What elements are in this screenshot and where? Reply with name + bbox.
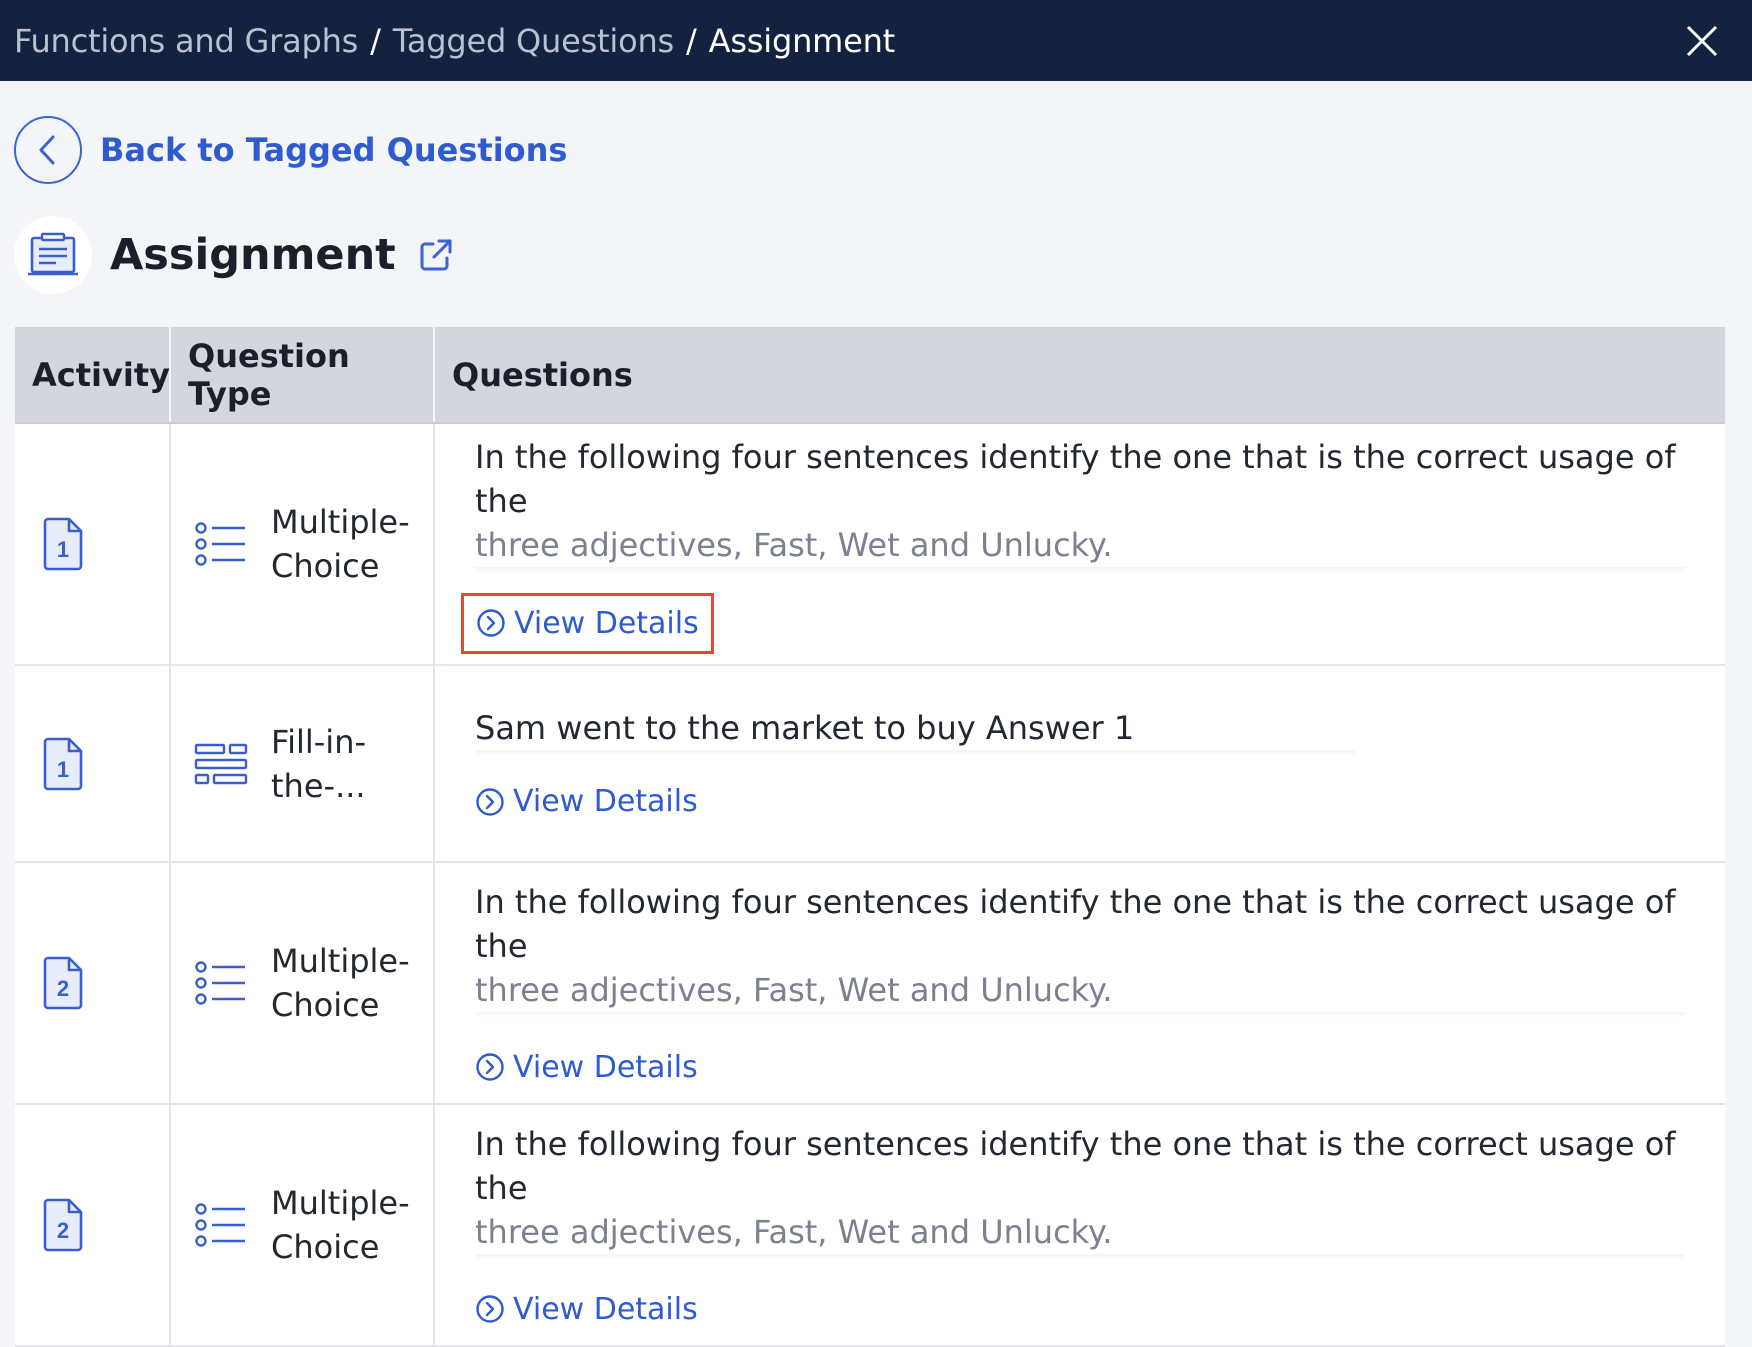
question-cell: In the following four sentences identify… — [434, 862, 1725, 1105]
type-label-line: Choice — [271, 547, 380, 585]
question-fade — [475, 750, 1355, 757]
column-header-question-type: Question Type — [170, 327, 435, 424]
close-icon — [1686, 25, 1718, 56]
breadcrumb-separator: / — [370, 21, 381, 60]
chevron-right-circle-icon — [476, 1053, 504, 1081]
question-type-cell: Multiple- Choice — [170, 862, 435, 1105]
question-type-label: Multiple- Choice — [271, 939, 421, 1027]
type-label-line: Choice — [271, 1228, 380, 1266]
view-details-link[interactable]: View Details — [475, 784, 698, 819]
assignment-icon-badge — [14, 216, 92, 294]
view-details-label[interactable]: View Details — [513, 784, 698, 819]
column-header-activity: Activity — [15, 327, 171, 424]
type-label-line: Multiple- — [271, 503, 410, 541]
question-type-label: Multiple- Choice — [271, 500, 421, 588]
view-details-label[interactable]: View Details — [514, 606, 699, 641]
activity-document-icon: 1 — [43, 517, 83, 571]
table-header-row: Activity Question Type Questions — [15, 327, 1725, 424]
question-line: In the following four sentences identify… — [475, 882, 1676, 965]
chevron-right-circle-icon — [476, 788, 504, 816]
activity-number: 2 — [57, 1218, 69, 1243]
top-bar: Functions and Graphs / Tagged Questions … — [0, 0, 1752, 81]
chevron-left-icon — [39, 135, 55, 165]
activity-document-icon: 1 — [43, 737, 83, 790]
activity-number: 1 — [57, 537, 69, 562]
chevron-right-circle-icon — [476, 1295, 504, 1323]
question-fade — [475, 1011, 1685, 1018]
view-details-link[interactable]: View Details — [461, 592, 714, 654]
question-line: three adjectives, Fast, Wet and Unlucky. — [475, 970, 1113, 1009]
back-link-label[interactable]: Back to Tagged Questions — [100, 131, 567, 169]
back-button[interactable] — [14, 116, 82, 184]
activity-cell: 1 — [15, 423, 171, 666]
question-type-cell: Multiple- Choice — [170, 1104, 435, 1347]
breadcrumb-functions-and-graphs[interactable]: Functions and Graphs — [14, 22, 358, 60]
type-label-line: Multiple- — [271, 1184, 410, 1222]
table-row: 1 Multiple- Choice In the following four… — [15, 423, 1725, 666]
activity-number: 2 — [57, 976, 69, 1001]
column-header-questions: Questions — [434, 327, 1725, 424]
type-label-line: Multiple- — [271, 942, 410, 980]
breadcrumb-tagged-questions[interactable]: Tagged Questions — [393, 22, 674, 60]
question-type-cell: Fill-in- the-... — [170, 665, 435, 863]
question-line: three adjectives, Fast, Wet and Unlucky. — [475, 525, 1113, 564]
table-row: 2 Multiple- Choice In the following four… — [15, 1104, 1725, 1347]
view-details-label[interactable]: View Details — [513, 1292, 698, 1327]
assignment-icon — [28, 232, 78, 276]
activity-document-icon: 2 — [43, 956, 83, 1010]
question-text: In the following four sentences identify… — [475, 880, 1685, 1012]
page-title: Assignment — [110, 230, 396, 280]
question-line: In the following four sentences identify… — [475, 1124, 1676, 1207]
list-icon — [193, 1197, 249, 1253]
close-button[interactable] — [1680, 19, 1724, 63]
view-details-label[interactable]: View Details — [513, 1050, 698, 1085]
external-link-icon — [420, 239, 452, 271]
view-details-link[interactable]: View Details — [475, 1292, 698, 1327]
view-details-link[interactable]: View Details — [475, 1050, 698, 1085]
breadcrumb-current: Assignment — [708, 21, 896, 60]
breadcrumb: Functions and Graphs / Tagged Questions … — [14, 22, 895, 60]
activity-document-icon: 2 — [43, 1198, 83, 1252]
activity-cell: 1 — [15, 665, 171, 863]
type-label-line: Choice — [271, 986, 380, 1024]
question-text: In the following four sentences identify… — [475, 1122, 1685, 1254]
question-text: Sam went to the market to buy Answer 1 — [475, 706, 1355, 750]
question-text: In the following four sentences identify… — [475, 435, 1685, 567]
question-line: three adjectives, Fast, Wet and Unlucky. — [475, 1212, 1113, 1251]
type-label-line: Fill-in- — [271, 722, 367, 761]
questions-table: Activity Question Type Questions 1 Multi… — [15, 327, 1725, 1347]
open-external-button[interactable] — [418, 235, 458, 275]
question-fade — [475, 1253, 1685, 1260]
question-cell: In the following four sentences identify… — [434, 423, 1725, 666]
question-type-cell: Multiple- Choice — [170, 423, 435, 666]
question-cell: In the following four sentences identify… — [434, 1104, 1725, 1347]
page-header: Assignment — [14, 216, 458, 294]
list-icon — [193, 955, 249, 1011]
list-icon — [193, 516, 249, 572]
activity-cell: 2 — [15, 862, 171, 1105]
back-to-tagged-questions-link[interactable]: Back to Tagged Questions — [14, 116, 567, 184]
type-label-line: the-... — [271, 766, 366, 805]
question-type-label: Fill-in- the-... — [271, 720, 421, 808]
question-line: Sam went to the market to buy Answer 1 — [475, 709, 1135, 748]
chevron-right-circle-icon — [477, 609, 505, 637]
question-cell: Sam went to the market to buy Answer 1 V… — [434, 665, 1725, 863]
question-fade — [475, 566, 1685, 573]
table-row: 1 Fill-in- the-... Sam went to the marke… — [15, 665, 1725, 863]
activity-number: 1 — [57, 757, 69, 782]
breadcrumb-separator: / — [686, 21, 697, 60]
question-line: In the following four sentences identify… — [475, 437, 1676, 520]
table-row: 2 Multiple- Choice In the following four… — [15, 862, 1725, 1105]
activity-cell: 2 — [15, 1104, 171, 1347]
question-type-label: Multiple- Choice — [271, 1181, 421, 1269]
fill-blank-icon — [193, 736, 249, 792]
